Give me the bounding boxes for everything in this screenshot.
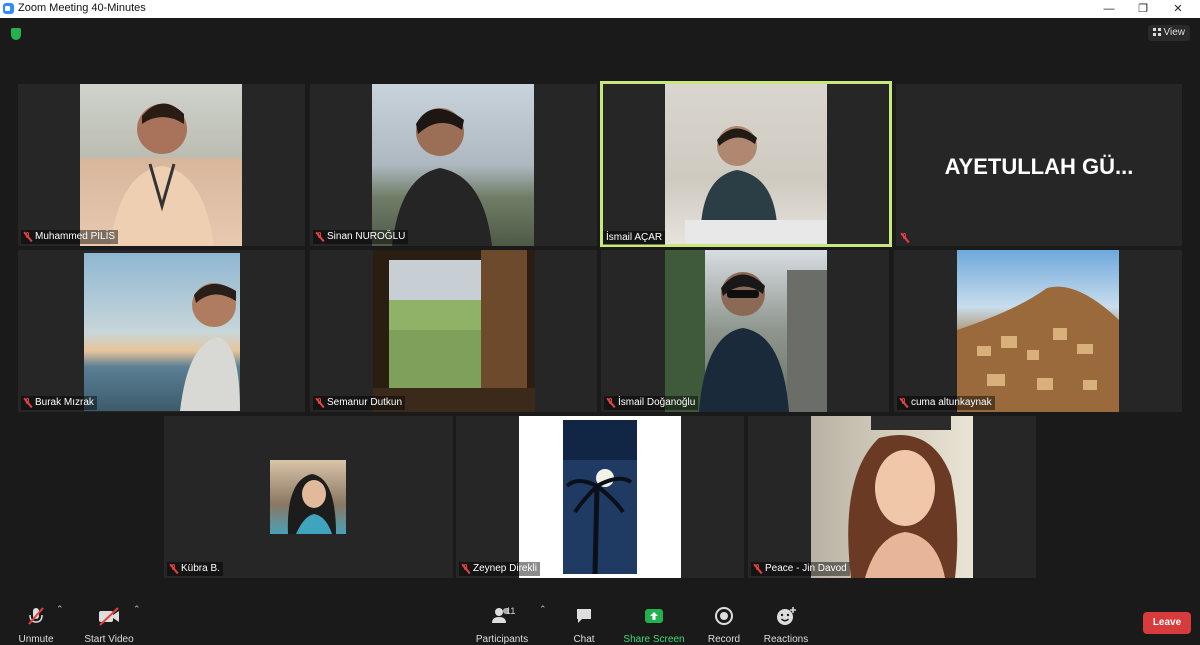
record-icon <box>715 607 733 625</box>
mic-muted-icon <box>753 564 762 574</box>
mic-muted-icon <box>315 398 324 408</box>
video-tile[interactable]: Muhammed PİLİS <box>18 84 305 246</box>
participant-name: Peace - Jin Davod <box>765 563 847 574</box>
view-button[interactable]: View <box>1147 25 1190 41</box>
chat-bubble-icon <box>577 609 591 623</box>
mic-muted-icon <box>315 232 324 242</box>
shield-icon[interactable] <box>11 28 21 40</box>
participant-name: Sinan NUROĞLU <box>327 231 406 242</box>
participant-name: Semanur Dutkun <box>327 397 403 408</box>
person-silhouette-icon <box>392 108 492 246</box>
participant-video <box>957 250 1119 412</box>
chat-button[interactable]: Chat <box>566 606 602 645</box>
participant-video <box>80 84 242 246</box>
video-off-icon <box>99 607 119 626</box>
chat-label: Chat <box>573 634 595 645</box>
participant-name-label: İsmail AÇAR <box>603 231 666 245</box>
title-bar: Zoom Meeting 40-Minutes — ❐ ✕ <box>0 0 1200 18</box>
participant-name: Muhammed PİLİS <box>35 231 116 242</box>
participant-name-label: Kübra B. <box>167 562 223 576</box>
night-palm-image <box>563 420 637 575</box>
mic-muted-icon <box>28 607 44 625</box>
participants-icon-group: 11 <box>482 606 522 626</box>
participants-count: 11 <box>506 606 516 616</box>
participant-name: İsmail Doğanoğlu <box>618 397 696 408</box>
reactions-label: Reactions <box>763 634 809 645</box>
meeting-toolbar: Unmute ⌃ Start Video ⌃ 11 Participants ⌃… <box>0 600 1200 645</box>
participant-video <box>665 250 827 412</box>
participant-name-label: Sinan NUROĞLU <box>313 230 409 244</box>
town-landscape-image <box>957 286 1119 412</box>
video-tile[interactable]: Sinan NUROĞLU <box>310 84 597 246</box>
person-silhouette-icon <box>287 474 336 534</box>
person-silhouette-icon <box>665 250 827 412</box>
participant-video <box>372 84 534 246</box>
video-tile[interactable]: İsmail Doğanoğlu <box>601 250 889 412</box>
start-video-button[interactable]: Start Video <box>82 606 136 645</box>
video-options-caret-icon[interactable]: ⌃ <box>133 604 141 615</box>
maximize-button[interactable]: ❐ <box>1125 0 1161 18</box>
participant-name-label: Peace - Jin Davod <box>751 562 850 576</box>
participant-video <box>270 460 346 534</box>
video-tile[interactable]: Semanur Dutkun <box>310 250 597 412</box>
audio-options-caret-icon[interactable]: ⌃ <box>56 604 64 615</box>
share-screen-button[interactable]: Share Screen <box>622 606 686 645</box>
video-tile-off[interactable]: AYETULLAH GÜ... <box>896 84 1182 246</box>
person-silhouette-icon <box>110 103 214 246</box>
zoom-app-icon <box>3 3 14 14</box>
grid-icon <box>1152 28 1161 36</box>
video-tile-active-speaker[interactable]: İsmail AÇAR <box>600 81 892 247</box>
share-screen-label: Share Screen <box>623 634 685 645</box>
window-landscape-image <box>373 250 535 412</box>
mic-muted-icon <box>606 398 615 408</box>
participant-name-label: Muhammed PİLİS <box>21 230 119 244</box>
leave-button[interactable]: Leave <box>1143 612 1191 634</box>
video-tile[interactable]: Kübra B. <box>164 416 453 578</box>
view-label: View <box>1163 27 1186 38</box>
mic-muted-icon <box>900 233 909 243</box>
video-tile[interactable]: Burak Mızrak <box>18 250 305 412</box>
minimize-button[interactable]: — <box>1091 0 1127 18</box>
close-button[interactable]: ✕ <box>1160 0 1196 18</box>
video-tile[interactable]: cuma altunkaynak <box>894 250 1182 412</box>
mic-muted-icon <box>23 398 32 408</box>
person-silhouette-icon <box>180 283 240 411</box>
participant-video <box>811 416 973 578</box>
mic-muted-icon <box>23 232 32 242</box>
video-tile[interactable]: Zeynep Direkli <box>456 416 744 578</box>
record-button[interactable]: Record <box>704 606 744 645</box>
participant-name: İsmail AÇAR <box>606 232 663 243</box>
unmute-label: Unmute <box>18 634 54 645</box>
mic-muted-icon <box>461 564 470 574</box>
start-video-label: Start Video <box>84 634 134 645</box>
window-title: Zoom Meeting 40-Minutes <box>18 2 146 14</box>
share-screen-icon <box>645 609 663 623</box>
video-tile[interactable]: Peace - Jin Davod <box>748 416 1036 578</box>
participant-video <box>519 416 681 578</box>
person-silhouette-icon <box>685 126 827 244</box>
participant-name-label: cuma altunkaynak <box>897 396 995 410</box>
participant-name: Zeynep Direkli <box>473 563 537 574</box>
participant-name-label: Burak Mızrak <box>21 396 97 410</box>
participant-name: Kübra B. <box>181 563 220 574</box>
participants-options-caret-icon[interactable]: ⌃ <box>539 604 547 615</box>
smiley-add-icon <box>777 607 796 625</box>
mic-muted-icon <box>169 564 178 574</box>
person-silhouette-icon <box>848 416 958 578</box>
participant-video <box>84 253 240 411</box>
participants-button[interactable]: 11 Participants <box>474 606 530 645</box>
participants-label: Participants <box>475 634 529 645</box>
participant-display-name: AYETULLAH GÜ... <box>944 154 1134 179</box>
record-label: Record <box>707 634 741 645</box>
participant-name-label: İsmail Doğanoğlu <box>604 396 699 410</box>
participant-video <box>373 250 535 412</box>
unmute-button[interactable]: Unmute <box>14 606 58 645</box>
participant-name-label: Zeynep Direkli <box>459 562 540 576</box>
participant-name: Burak Mızrak <box>35 397 94 408</box>
mic-muted-icon <box>899 398 908 408</box>
participant-name: cuma altunkaynak <box>911 397 992 408</box>
participant-video <box>665 84 827 244</box>
reactions-button[interactable]: Reactions <box>762 606 810 645</box>
participant-name-label: Semanur Dutkun <box>313 396 406 410</box>
